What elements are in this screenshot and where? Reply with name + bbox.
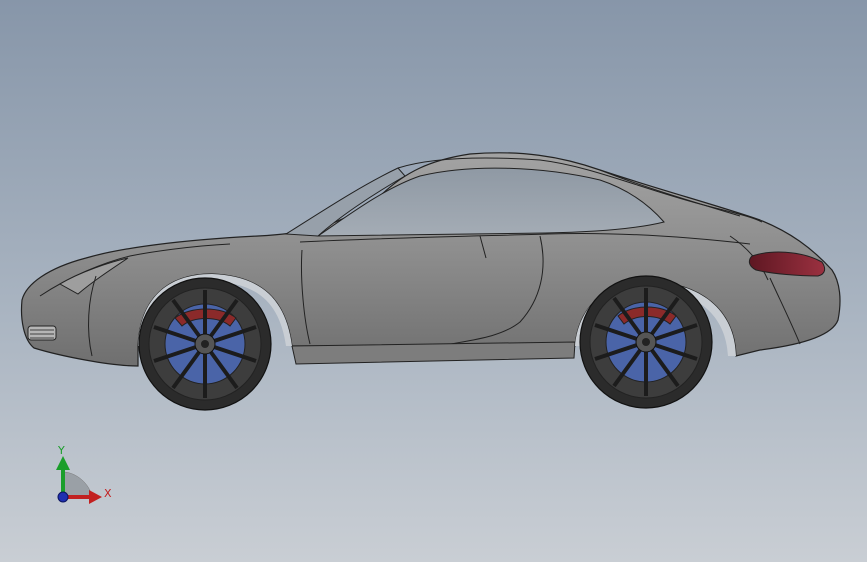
y-axis-label: Y <box>57 444 65 457</box>
coordinate-triad: Y X <box>56 444 112 504</box>
z-axis-origin <box>57 491 69 503</box>
rear-wheel <box>579 275 713 409</box>
car-model[interactable] <box>20 152 841 411</box>
triad-plane-arc <box>62 471 93 498</box>
front-wheel <box>138 277 272 411</box>
front-intake <box>27 325 57 341</box>
x-axis-label: X <box>104 487 112 500</box>
side-skirt <box>291 341 576 365</box>
3d-model-viewport[interactable]: Y X <box>0 0 867 562</box>
